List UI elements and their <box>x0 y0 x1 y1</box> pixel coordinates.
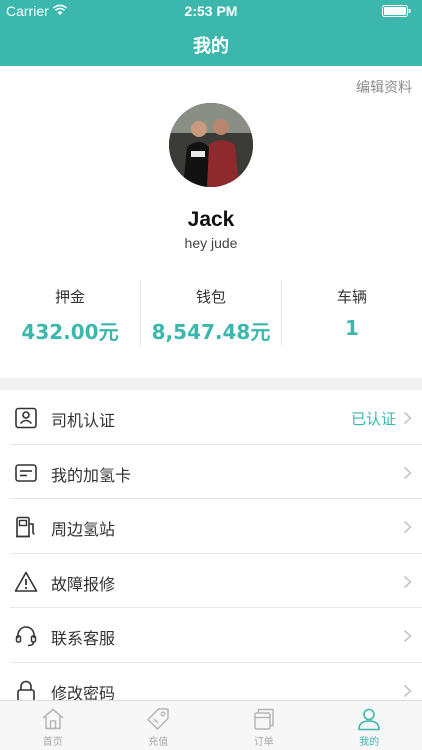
menu-item-customer-service[interactable]: 联系客服 <box>10 608 422 663</box>
avatar[interactable] <box>169 103 253 187</box>
chevron-right-icon <box>403 629 412 643</box>
navigation-header: Carrier 2:53 PM 我的 <box>0 0 422 66</box>
status-bar: Carrier 2:53 PM <box>0 0 422 22</box>
stat-label: 车辆 <box>336 288 367 306</box>
settings-menu: 司机认证 已认证 我的加氢卡 周边氢站 故障报修 联系客服 修改密码 <box>0 390 422 700</box>
stat-label: 钱包 <box>195 288 226 306</box>
tab-profile[interactable]: 我的 <box>317 701 422 750</box>
stat-label: 押金 <box>54 288 85 306</box>
chevron-right-icon <box>403 411 412 425</box>
stat-wallet[interactable]: 钱包 8,547.48元 <box>140 280 281 346</box>
lock-icon <box>17 680 35 700</box>
tab-label: 充值 <box>148 737 169 748</box>
menu-item-label: 修改密码 <box>51 683 116 701</box>
menu-item-nearby-stations[interactable]: 周边氢站 <box>10 499 422 554</box>
tab-label: 我的 <box>359 737 380 748</box>
battery-icon <box>382 5 411 17</box>
stats-row: 押金 432.00元 钱包 8,547.48元 车辆 1 <box>0 280 422 346</box>
menu-item-label: 司机认证 <box>51 411 116 430</box>
home-icon <box>42 708 64 730</box>
menu-item-driver-verification[interactable]: 司机认证 已认证 <box>10 390 422 445</box>
headset-icon <box>15 626 37 647</box>
tab-orders[interactable]: 订单 <box>211 701 317 750</box>
clock: 2:53 PM <box>184 3 238 19</box>
avatar-photo <box>169 103 253 187</box>
stat-deposit[interactable]: 押金 432.00元 <box>0 280 140 346</box>
stat-value: 1 <box>345 316 359 340</box>
user-bio: hey jude <box>184 235 238 251</box>
tab-label: 订单 <box>253 737 274 748</box>
menu-item-label: 故障报修 <box>51 574 116 594</box>
chevron-right-icon <box>403 520 412 534</box>
menu-item-hydrogen-card[interactable]: 我的加氢卡 <box>10 445 422 499</box>
fuel-station-icon <box>16 516 35 538</box>
tag-icon <box>147 708 169 730</box>
orders-icon <box>254 708 274 730</box>
chevron-right-icon <box>403 684 412 697</box>
user-name: Jack <box>187 208 235 231</box>
tab-bar: 首页 充值 订单 我的 <box>0 700 422 750</box>
chevron-right-icon <box>403 466 412 479</box>
stat-vehicles[interactable]: 车辆 1 <box>281 280 422 346</box>
menu-item-change-password[interactable]: 修改密码 <box>10 663 422 701</box>
edit-profile-link[interactable]: 编辑资料 <box>356 77 412 97</box>
person-icon <box>358 708 381 731</box>
stat-value: 432.00元 <box>21 320 119 344</box>
chevron-right-icon <box>403 575 412 588</box>
menu-item-label: 联系客服 <box>51 629 116 648</box>
menu-item-repair-report[interactable]: 故障报修 <box>10 554 422 608</box>
menu-item-label: 周边氢站 <box>51 520 116 539</box>
card-icon <box>15 463 37 482</box>
tab-recharge[interactable]: 充值 <box>106 701 212 750</box>
driver-license-icon <box>15 407 37 429</box>
profile-card: 编辑资料 Jack hey jude 押金 432.00元 钱包 8,547.4… <box>0 66 422 378</box>
verification-status: 已认证 <box>350 410 396 428</box>
page-title: 我的 <box>193 36 229 57</box>
warning-icon <box>14 571 38 592</box>
tab-label: 首页 <box>42 737 63 748</box>
stat-value: 8,547.48元 <box>151 320 271 344</box>
menu-item-label: 我的加氢卡 <box>51 465 132 485</box>
tab-home[interactable]: 首页 <box>0 701 106 750</box>
